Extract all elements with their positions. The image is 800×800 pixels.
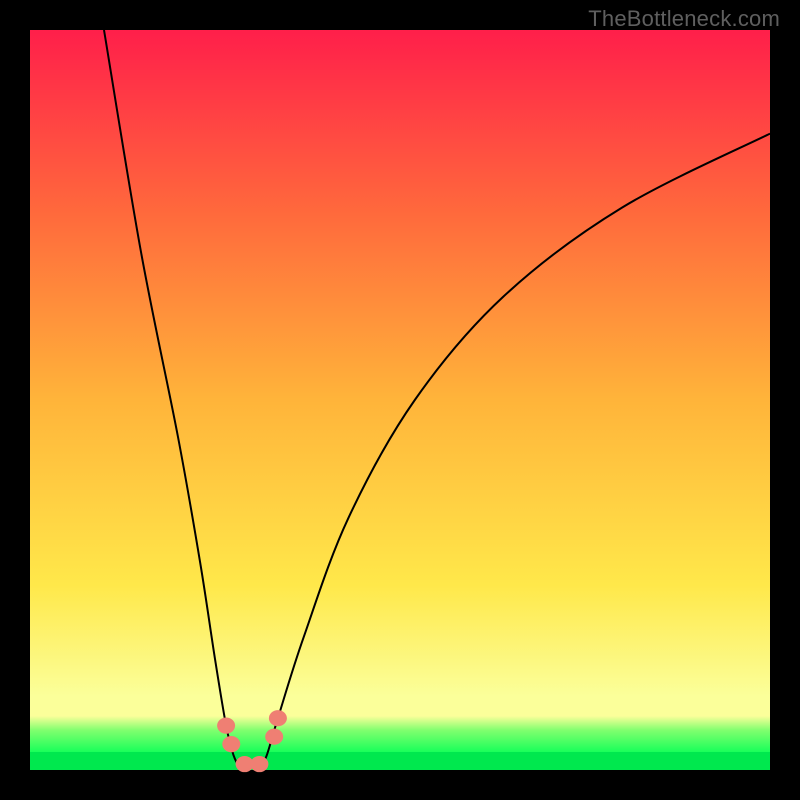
plot-area — [30, 30, 770, 770]
marker-point — [265, 729, 283, 745]
marker-group — [217, 710, 287, 772]
marker-point — [222, 736, 240, 752]
marker-point — [217, 718, 235, 734]
chart-stage: TheBottleneck.com — [0, 0, 800, 800]
marker-point — [269, 710, 287, 726]
watermark-text: TheBottleneck.com — [588, 6, 780, 32]
curve-left-branch — [104, 30, 241, 770]
curve-layer — [30, 30, 770, 770]
curve-right-branch — [259, 134, 770, 770]
marker-point — [250, 756, 268, 772]
